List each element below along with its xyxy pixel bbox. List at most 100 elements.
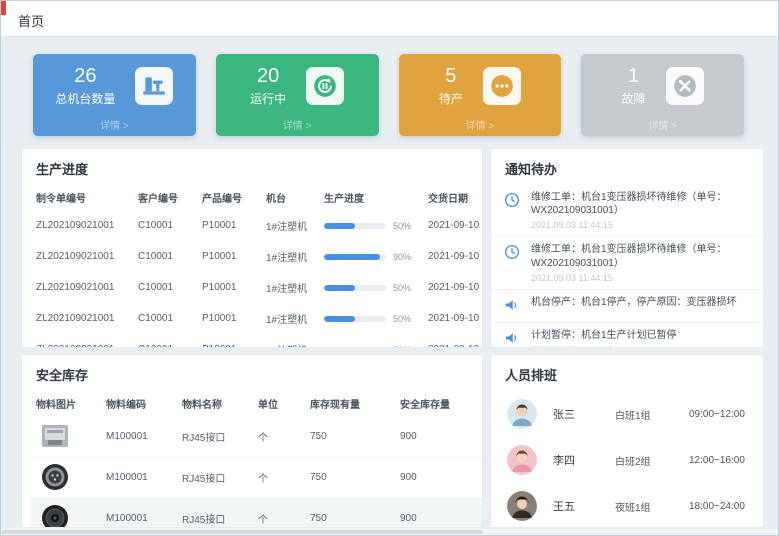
unit: 个: [253, 498, 305, 529]
repair-order-icon: [503, 243, 523, 263]
total-machines-label: 总机台数量: [55, 90, 115, 107]
product-no: P10001: [197, 241, 261, 272]
col-material-code: 物料编码: [101, 391, 177, 416]
waiting-icon: [483, 67, 521, 105]
customer-no: C10001: [133, 272, 197, 303]
staff-schedule-panel-title: 人员排班: [491, 355, 763, 391]
running-detail-link[interactable]: 详情 >: [216, 117, 379, 132]
progress-bar: 50%: [324, 283, 418, 293]
waiting-value: 5: [439, 65, 463, 87]
material-code: M100001: [101, 498, 177, 529]
staff-shift: 夜班1组: [615, 499, 689, 514]
staff-row: 李四 白班2组 12:00~16:00: [491, 437, 763, 483]
due-date: 2021-09-10: [423, 334, 483, 348]
announcement-icon: [503, 329, 523, 348]
running-label: 运行中: [250, 90, 286, 107]
waiting-detail-link[interactable]: 详情 >: [399, 117, 562, 132]
stock-qty: 750: [305, 416, 395, 457]
customer-no: C10001: [133, 303, 197, 334]
inventory-row: M100001 RJ45接口 个 750 900: [31, 498, 483, 529]
col-due-date: 交货日期: [423, 185, 483, 210]
safety-qty: 900: [395, 416, 483, 457]
due-date: 2021-09-10: [423, 210, 483, 241]
safety-qty: 900: [395, 498, 483, 529]
notifications-panel: 通知待办 维修工单：机台1变压器损坏待维修（单号：WX202109031001）…: [490, 148, 764, 348]
fault-detail-link[interactable]: 详情 >: [581, 117, 744, 132]
col-unit: 单位: [253, 391, 305, 416]
order-no: ZL202109021001: [31, 303, 133, 334]
production-row: ZL202109021001 C10001 P10001 1#注塑机 90% 2…: [31, 241, 483, 272]
notification-item[interactable]: 维修工单：机台1变压器损坏待维修（单号：WX202109031001） 2021…: [491, 185, 763, 237]
avatar-zhangsan: [507, 399, 537, 429]
inventory-table: 物料图片 物料编码 物料名称 单位 库存现有量 安全库存量 M100001 RJ…: [31, 391, 483, 528]
staff-row: 王五 夜班1组 18:00~24:00: [491, 483, 763, 528]
production-panel-title: 生产进度: [22, 149, 482, 185]
total-machines-detail-link[interactable]: 详情 >: [33, 117, 196, 132]
machine-icon: [135, 67, 173, 105]
scrollbar-thumb[interactable]: [1, 530, 483, 534]
product-no: P10001: [197, 334, 261, 348]
production-header-row: 制令单编号 客户编号 产品编号 机台 生产进度 交货日期: [31, 185, 483, 210]
machine-name: 1#注塑机: [261, 241, 319, 272]
fault-icon: [666, 67, 704, 105]
col-stock-qty: 库存现有量: [305, 391, 395, 416]
notification-time: 2021.09.03 11:44:15: [531, 220, 751, 230]
progress-percent: 90%: [393, 252, 411, 262]
machine-name: 1#注塑机: [261, 272, 319, 303]
notification-time: 2021.09.03 11:44:15: [531, 273, 751, 283]
safety-stock-panel: 安全库存 物料图片 物料编码 物料名称 单位 库存现有量 安全库存量: [21, 354, 483, 528]
production-row: ZL202109021001 C10001 P10001 1#注塑机 50% 2…: [31, 303, 483, 334]
col-machine: 机台: [261, 185, 319, 210]
due-date: 2021-09-10: [423, 241, 483, 272]
product-no: P10001: [197, 272, 261, 303]
progress-percent: 50%: [393, 221, 411, 231]
stock-qty: 750: [305, 457, 395, 498]
stat-cards-row: 26 总机台数量 详情 > 20 运行中 详情 >: [33, 54, 744, 136]
speaker-photo: [36, 503, 74, 528]
machine-name: 1#注塑机: [261, 334, 319, 348]
progress-percent: 50%: [393, 314, 411, 324]
running-icon: [306, 67, 344, 105]
col-material-name: 物料名称: [177, 391, 253, 416]
stock-qty: 750: [305, 498, 395, 529]
col-progress: 生产进度: [319, 185, 423, 210]
notification-item[interactable]: 维修工单：机台1变压器损坏待维修（单号：WX202109031001） 2021…: [491, 237, 763, 289]
product-no: P10001: [197, 210, 261, 241]
rj45-connector-photo: [36, 421, 74, 451]
production-row: ZL202109021001 C10001 P10001 1#注塑机 50% 2…: [31, 334, 483, 348]
repair-order-icon: [503, 191, 523, 211]
col-material-image: 物料图片: [31, 391, 101, 416]
customer-no: C10001: [133, 241, 197, 272]
waiting-label: 待产: [439, 90, 463, 107]
col-customer: 客户编号: [133, 185, 197, 210]
material-name: RJ45接口: [177, 416, 253, 457]
progress-percent: 50%: [393, 345, 411, 349]
staff-row: 张三 白班1组 09:00~12:00: [491, 391, 763, 437]
col-product: 产品编号: [197, 185, 261, 210]
progress-bar: 90%: [324, 252, 418, 262]
progress-bar: 50%: [324, 345, 418, 349]
notification-item[interactable]: 计划暂停：机台1生产计划已暂停 2021.09.03 11:44:15: [491, 323, 763, 348]
staff-name: 张三: [553, 406, 615, 422]
production-progress-panel: 生产进度 制令单编号 客户编号 产品编号 机台 生产进度 交货日期 Z: [21, 148, 483, 348]
progress-percent: 50%: [393, 283, 411, 293]
inventory-row: M100001 RJ45接口 个 750 900: [31, 457, 483, 498]
notification-item[interactable]: 机台停产：机台1停产，停产原因：变压器损坏: [491, 290, 763, 323]
inventory-row: M100001 RJ45接口 个 750 900: [31, 416, 483, 457]
notification-time: 2021.09.03 11:44:15: [531, 345, 677, 348]
material-code: M100001: [101, 457, 177, 498]
running-value: 20: [250, 65, 286, 87]
production-row: ZL202109021001 C10001 P10001 1#注塑机 50% 2…: [31, 272, 483, 303]
stat-card-waiting[interactable]: 5 待产 详情 >: [399, 54, 562, 136]
stat-card-fault[interactable]: 1 故障 详情 >: [581, 54, 744, 136]
page-title: 首页: [18, 11, 44, 30]
machine-name: 1#注塑机: [261, 303, 319, 334]
avatar-lisi: [507, 445, 537, 475]
material-name: RJ45接口: [177, 457, 253, 498]
stat-card-total-machines[interactable]: 26 总机台数量 详情 >: [33, 54, 196, 136]
production-table: 制令单编号 客户编号 产品编号 机台 生产进度 交货日期 ZL202109021…: [31, 185, 483, 348]
stat-card-running[interactable]: 20 运行中 详情 >: [216, 54, 379, 136]
horizontal-scrollbar[interactable]: [1, 529, 778, 535]
customer-no: C10001: [133, 210, 197, 241]
unit: 个: [253, 416, 305, 457]
